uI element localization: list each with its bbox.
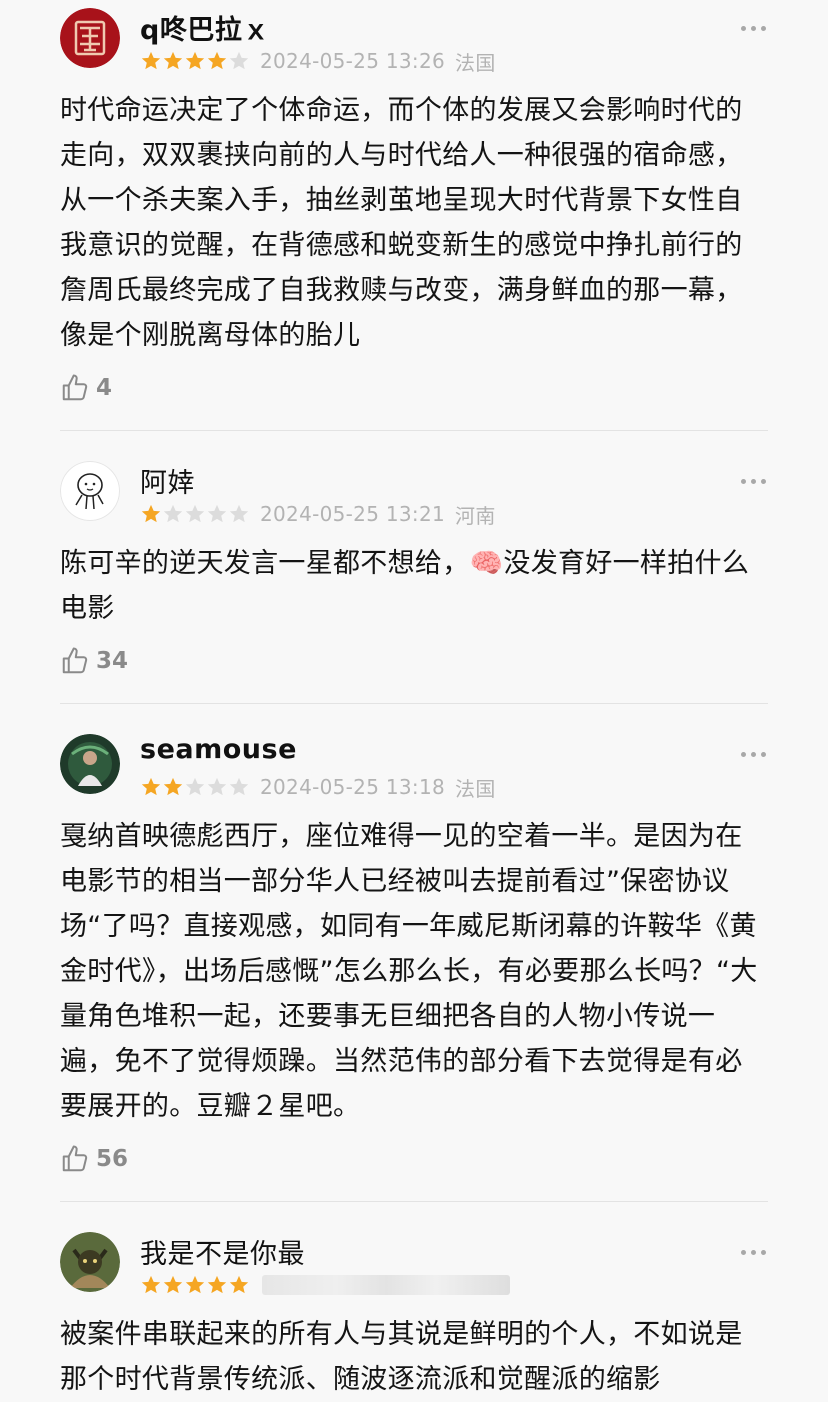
star-rating bbox=[140, 776, 250, 798]
like-button[interactable]: 34 bbox=[60, 641, 768, 681]
review-text: 戛纳首映德彪西厅，座位难得一见的空着一半。是因为在电影节的相当一部分华人已经被叫… bbox=[60, 821, 758, 1122]
thumbs-up-icon bbox=[62, 647, 88, 674]
thumbs-up-icon bbox=[62, 374, 88, 401]
star-empty-icon bbox=[185, 777, 205, 796]
review-text: 陈可辛的逆天发言一星都不想给，🧠没发育好一样拍什么电影 bbox=[60, 548, 750, 624]
review-header: seamouse 2024-05-25 13:18 法国 bbox=[30, 726, 798, 810]
more-options-button[interactable] bbox=[741, 752, 766, 757]
character-avatar-icon bbox=[60, 734, 120, 794]
thumbs-up-icon bbox=[62, 1145, 88, 1172]
seal-avatar-icon bbox=[60, 8, 120, 68]
star-rating bbox=[140, 50, 250, 72]
star-empty-icon bbox=[207, 777, 227, 796]
star-filled-icon bbox=[207, 1275, 227, 1294]
more-options-button[interactable] bbox=[741, 26, 766, 31]
review-date: 2024-05-25 13:21 bbox=[260, 502, 446, 526]
star-filled-icon bbox=[163, 1275, 183, 1294]
star-filled-icon bbox=[207, 51, 227, 70]
star-filled-icon bbox=[185, 51, 205, 70]
divider bbox=[60, 703, 768, 704]
like-count: 56 bbox=[96, 1146, 129, 1172]
review-item: 阿婞 2024-05-25 13:21 河南 陈可辛的逆天发言一星都不想给，🧠没… bbox=[0, 453, 828, 704]
like-button[interactable]: 56 bbox=[60, 1139, 768, 1179]
star-empty-icon bbox=[163, 504, 183, 523]
more-options-button[interactable] bbox=[741, 1250, 766, 1255]
star-empty-icon bbox=[229, 777, 249, 796]
illustrated-avatar-icon bbox=[60, 1232, 120, 1292]
star-empty-icon bbox=[185, 504, 205, 523]
star-filled-icon bbox=[141, 777, 161, 796]
avatar[interactable] bbox=[60, 1232, 120, 1292]
username[interactable]: 我是不是你最 bbox=[140, 1232, 305, 1271]
review-text: 时代命运决定了个体命运，而个体的发展又会影响时代的走向，双双裹挟向前的人与时代给… bbox=[60, 95, 743, 351]
review-date: 2024-05-25 13:18 bbox=[260, 775, 446, 799]
review-meta bbox=[140, 1272, 510, 1298]
redacted-meta bbox=[262, 1275, 510, 1295]
review-location: 法国 bbox=[455, 50, 496, 75]
star-rating bbox=[140, 503, 250, 525]
review-meta: 2024-05-25 13:21 河南 bbox=[140, 501, 496, 528]
star-empty-icon bbox=[207, 504, 227, 523]
avatar[interactable] bbox=[60, 734, 120, 794]
divider bbox=[60, 430, 768, 431]
avatar[interactable] bbox=[60, 8, 120, 68]
review-item: q咚巴拉ｘ 2024-05-25 13:26 法国 时代命运决定了个体命运，而个… bbox=[0, 0, 828, 431]
divider bbox=[60, 1201, 768, 1202]
star-empty-icon bbox=[229, 504, 249, 523]
review-header: q咚巴拉ｘ 2024-05-25 13:26 法国 bbox=[30, 0, 798, 84]
like-count: 4 bbox=[96, 375, 113, 401]
star-filled-icon bbox=[141, 51, 161, 70]
review-location: 河南 bbox=[455, 503, 496, 528]
review-meta: 2024-05-25 13:26 法国 bbox=[140, 48, 496, 75]
review-item: seamouse 2024-05-25 13:18 法国 戛纳首映德彪西厅，座位… bbox=[0, 726, 828, 1202]
star-filled-icon bbox=[141, 1275, 161, 1294]
like-count: 34 bbox=[96, 648, 129, 674]
username[interactable]: seamouse bbox=[140, 734, 297, 765]
review-date: 2024-05-25 13:26 bbox=[260, 49, 446, 73]
star-filled-icon bbox=[229, 1275, 249, 1294]
more-options-button[interactable] bbox=[741, 479, 766, 484]
review-header: 我是不是你最 bbox=[30, 1224, 798, 1308]
star-filled-icon bbox=[163, 777, 183, 796]
username[interactable]: q咚巴拉ｘ bbox=[140, 8, 270, 47]
star-rating bbox=[140, 1274, 250, 1296]
star-empty-icon bbox=[229, 51, 249, 70]
review-text: 被案件串联起来的所有人与其说是鲜明的个人，不如说是那个时代背景传统派、随波逐流派… bbox=[60, 1319, 743, 1395]
avatar[interactable] bbox=[60, 461, 120, 521]
review-item: 我是不是你最 被案件串联起来的所有人与其说是鲜明的个人，不如说是那个时代背景传统… bbox=[0, 1224, 828, 1402]
review-header: 阿婞 2024-05-25 13:21 河南 bbox=[30, 453, 798, 537]
cartoon-avatar-icon bbox=[60, 461, 120, 521]
like-button[interactable]: 4 bbox=[60, 368, 768, 408]
review-location: 法国 bbox=[455, 776, 496, 801]
star-filled-icon bbox=[141, 504, 161, 523]
review-meta: 2024-05-25 13:18 法国 bbox=[140, 774, 496, 801]
username[interactable]: 阿婞 bbox=[140, 461, 195, 500]
star-filled-icon bbox=[163, 51, 183, 70]
star-filled-icon bbox=[185, 1275, 205, 1294]
